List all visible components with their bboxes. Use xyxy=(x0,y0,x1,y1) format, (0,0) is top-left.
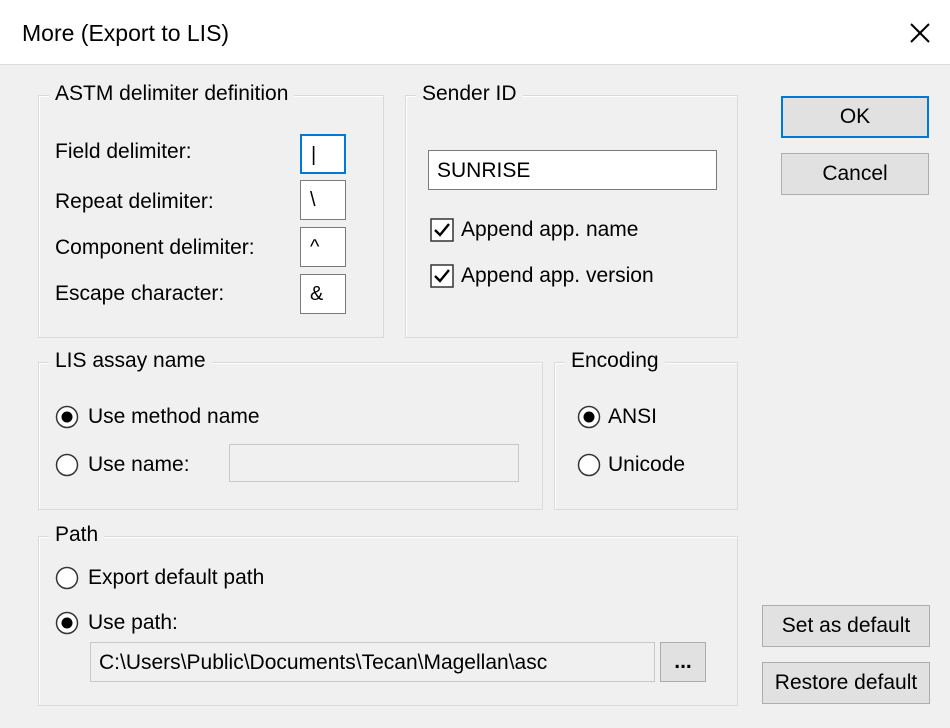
escape-character-label: Escape character: xyxy=(55,282,225,305)
encoding-group-legend: Encoding xyxy=(565,349,665,373)
ansi-label[interactable]: ANSI xyxy=(608,405,657,429)
encoding-group: Encoding xyxy=(554,349,738,510)
sender-group-legend: Sender ID xyxy=(416,82,523,106)
append-app-version-label[interactable]: Append app. version xyxy=(461,264,654,288)
use-name-label[interactable]: Use name: xyxy=(88,453,190,477)
escape-character-input[interactable]: & xyxy=(300,274,346,314)
component-delimiter-label: Component delimiter: xyxy=(55,236,255,259)
astm-group-legend: ASTM delimiter definition xyxy=(49,82,295,106)
close-icon xyxy=(910,23,930,43)
use-path-radio[interactable] xyxy=(55,611,79,635)
append-app-name-checkbox[interactable] xyxy=(430,218,454,242)
sender-id-input[interactable]: SUNRISE xyxy=(428,150,717,190)
unicode-radio[interactable] xyxy=(577,453,601,477)
field-delimiter-label: Field delimiter: xyxy=(55,140,192,163)
ansi-radio[interactable] xyxy=(577,405,601,429)
cancel-button[interactable]: Cancel xyxy=(781,153,929,195)
set-as-default-button[interactable]: Set as default xyxy=(762,605,930,647)
use-method-name-radio[interactable] xyxy=(55,405,79,429)
path-group-legend: Path xyxy=(49,523,105,547)
export-default-path-label[interactable]: Export default path xyxy=(88,566,264,590)
assay-group-legend: LIS assay name xyxy=(49,349,212,373)
browse-button[interactable]: ... xyxy=(660,642,706,682)
sender-id-group: Sender ID xyxy=(405,82,738,338)
append-app-name-label[interactable]: Append app. name xyxy=(461,218,638,242)
window-title: More (Export to LIS) xyxy=(22,20,230,46)
close-button[interactable] xyxy=(896,12,944,54)
use-name-input[interactable] xyxy=(229,444,519,482)
title-bar: More (Export to LIS) xyxy=(0,0,950,65)
path-input[interactable]: C:\Users\Public\Documents\Tecan\Magellan… xyxy=(90,642,655,682)
ok-button[interactable]: OK xyxy=(781,96,929,138)
use-name-radio[interactable] xyxy=(55,453,79,477)
use-path-label[interactable]: Use path: xyxy=(88,611,178,635)
append-app-version-checkbox[interactable] xyxy=(430,264,454,288)
component-delimiter-input[interactable]: ^ xyxy=(300,227,346,267)
use-method-name-label[interactable]: Use method name xyxy=(88,405,260,429)
lis-assay-name-group: LIS assay name xyxy=(38,349,543,510)
export-default-path-radio[interactable] xyxy=(55,566,79,590)
repeat-delimiter-input[interactable]: \ xyxy=(300,180,346,220)
restore-default-button[interactable]: Restore default xyxy=(762,662,930,704)
field-delimiter-input[interactable]: | xyxy=(300,134,346,174)
repeat-delimiter-label: Repeat delimiter: xyxy=(55,190,214,213)
unicode-label[interactable]: Unicode xyxy=(608,453,685,477)
